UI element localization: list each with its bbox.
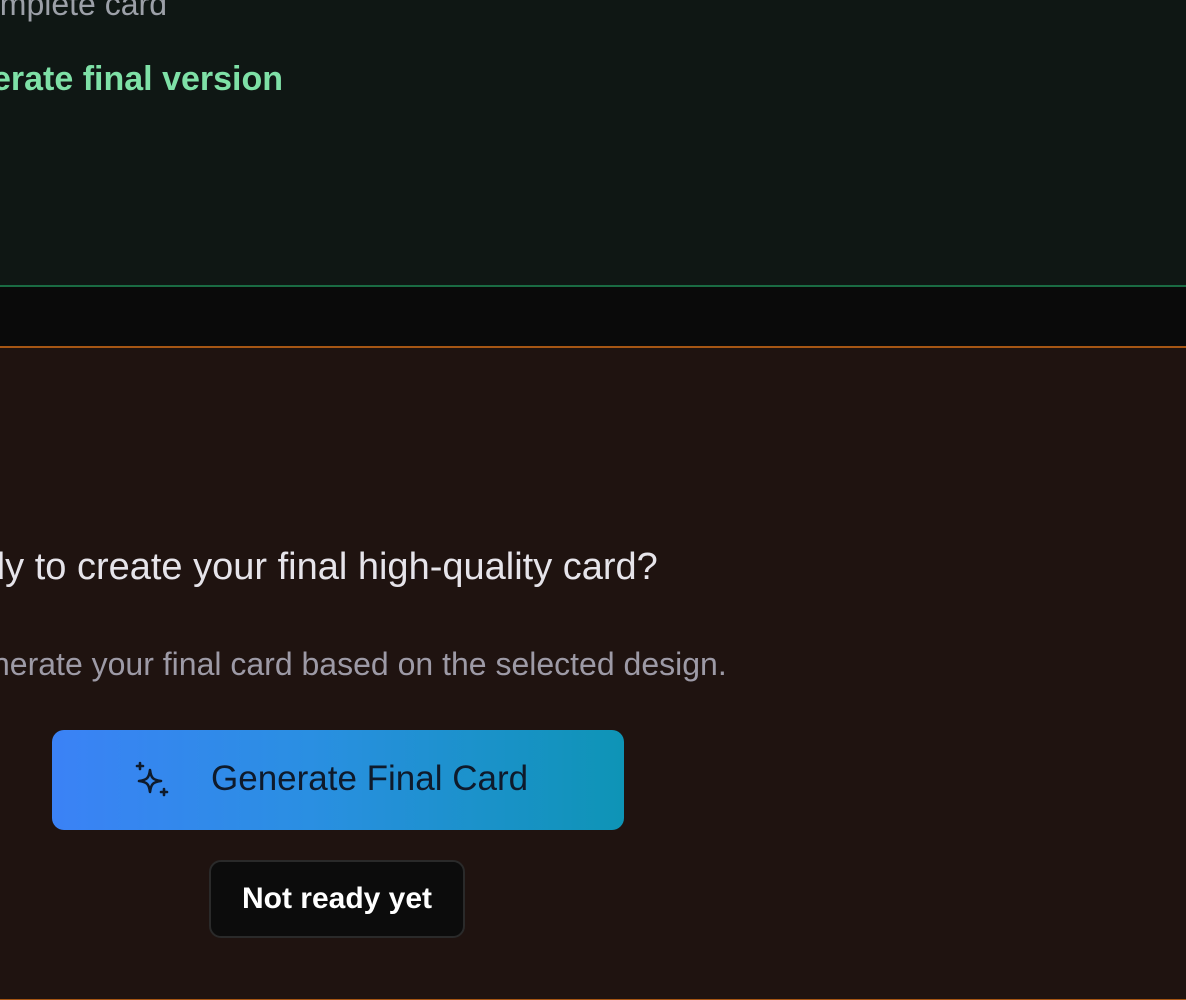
cta-description: nerate your final card based on the sele… [0, 646, 727, 682]
cta-question: dy to create your final high-quality car… [0, 546, 658, 588]
sparkles-icon [135, 761, 169, 797]
not-ready-button[interactable]: Not ready yet [209, 860, 465, 938]
final-card-cta-panel: dy to create your final high-quality car… [0, 346, 1186, 1000]
panel-divider [0, 287, 1186, 346]
step-item-complete-card: omplete card [0, 0, 167, 22]
step-item-generate-final: erate final version [0, 60, 284, 98]
step-summary-panel: omplete card erate final version [0, 0, 1186, 287]
generate-final-card-label: Generate Final Card [211, 759, 529, 798]
page: omplete card erate final version dy to c… [0, 0, 1186, 1000]
generate-final-card-button[interactable]: Generate Final Card [52, 730, 624, 830]
